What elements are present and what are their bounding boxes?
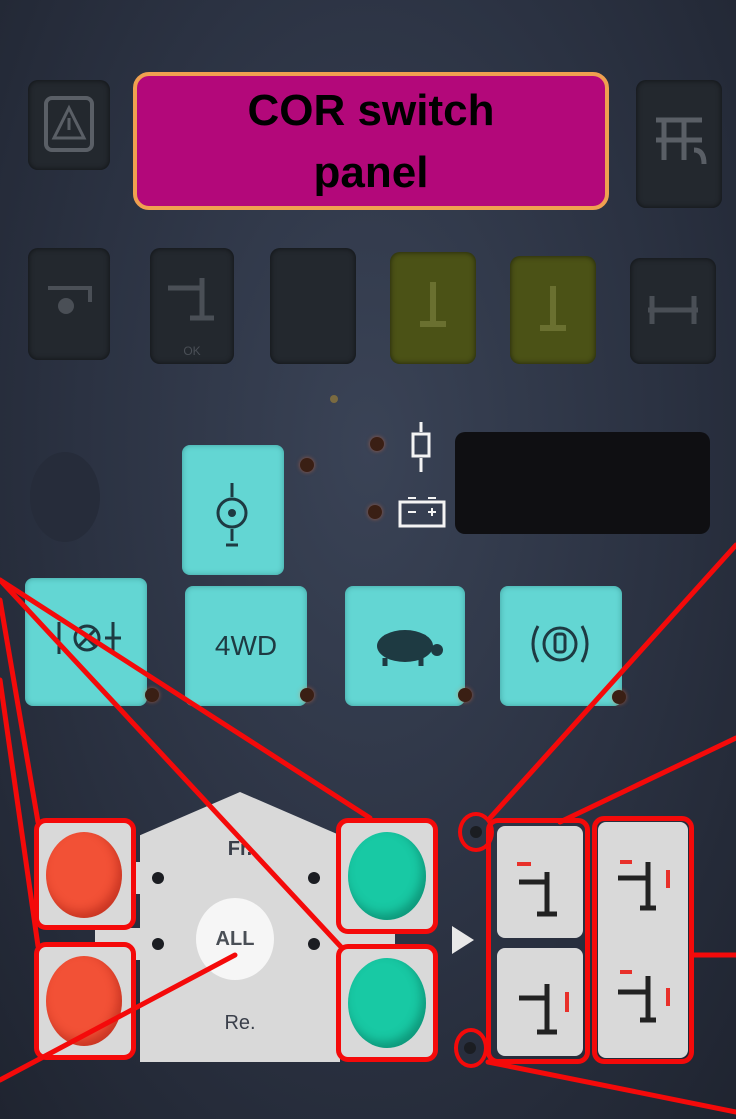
switch-panel-photo: COR switch panel OK 4WD Fr. ALL Re. [0, 0, 736, 1119]
annotation-lines [0, 542, 736, 1115]
